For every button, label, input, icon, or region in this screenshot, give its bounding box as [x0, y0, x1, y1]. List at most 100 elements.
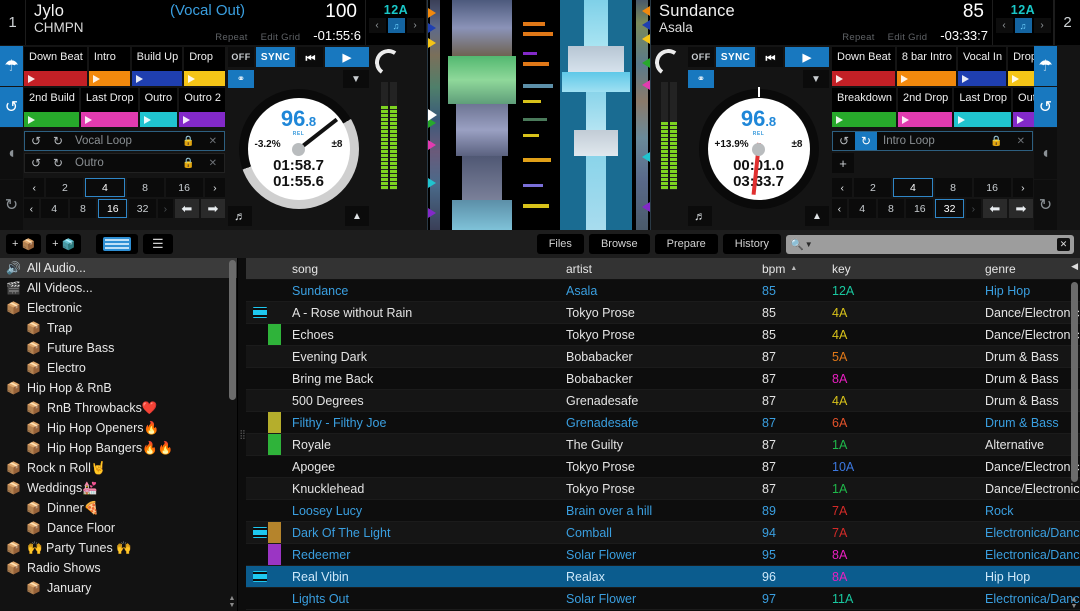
- cue-label[interactable]: Breakdown: [832, 88, 897, 112]
- table-row[interactable]: Apogee Tokyo Prose 87 10A Dance/Electronic: [246, 456, 1080, 478]
- color-chip[interactable]: [268, 522, 281, 543]
- deck-1-play-button[interactable]: ▶: [325, 47, 369, 67]
- row-color-cell[interactable]: [268, 500, 285, 521]
- header-collapse-icon[interactable]: ◀: [1071, 261, 1078, 272]
- cue-button[interactable]: [179, 112, 225, 127]
- cue-label[interactable]: 2nd Build: [24, 88, 79, 112]
- row-color-cell[interactable]: [268, 280, 285, 301]
- beat-size-8[interactable]: 8: [126, 178, 164, 197]
- tab-history[interactable]: History: [722, 234, 781, 254]
- jump-size-32[interactable]: 32: [935, 199, 964, 218]
- search-clear-icon[interactable]: ✕: [1057, 237, 1070, 251]
- jump-shift-right-icon[interactable]: ➡: [200, 199, 225, 218]
- table-scrollbar[interactable]: [1071, 282, 1078, 595]
- cue-button[interactable]: [139, 112, 178, 127]
- cue-button[interactable]: [832, 112, 897, 127]
- deck-1-sync-button[interactable]: SYNC: [256, 47, 296, 67]
- loop-add-row[interactable]: +: [832, 153, 1033, 173]
- header-genre[interactable]: genre: [978, 258, 1080, 279]
- cue-button[interactable]: [80, 112, 138, 127]
- view-mode-album-button[interactable]: ☰: [143, 234, 174, 254]
- view-mode-list-button[interactable]: [96, 234, 139, 254]
- beat-size-8[interactable]: 8: [934, 178, 972, 197]
- cue-label[interactable]: Down Beat: [832, 47, 895, 71]
- table-row[interactable]: Knucklehead Tokyo Prose 87 1A Dance/Electron…: [246, 478, 1080, 500]
- sidebar-item-all-audio[interactable]: 🔊 All Audio...: [0, 258, 237, 278]
- deck-1-link-icon[interactable]: ⚭: [228, 70, 254, 88]
- sidebar-item-all-videos[interactable]: 🎬 All Videos...: [0, 278, 237, 298]
- deck-1-headphone-icon[interactable]: ◖: [0, 128, 23, 179]
- jump-size-16[interactable]: 16: [98, 199, 128, 218]
- loop-delete-icon[interactable]: ✕: [1010, 136, 1032, 147]
- row-color-cell[interactable]: [268, 588, 285, 609]
- cue-label[interactable]: Intro: [88, 47, 130, 71]
- deck-1-loop-mode-icon[interactable]: ↺: [0, 87, 23, 128]
- deck-2-sync-button[interactable]: SYNC: [716, 47, 756, 67]
- cue-label[interactable]: 2nd Drop: [898, 88, 953, 112]
- cue-button[interactable]: [184, 71, 225, 86]
- deck-1-filter-icon[interactable]: ▼: [343, 70, 369, 88]
- sidebar-item-hip-hop-rnb[interactable]: 📦 Hip Hop & RnB: [0, 378, 237, 398]
- row-color-cell[interactable]: [268, 412, 285, 433]
- sidebar-item-rock-n-roll[interactable]: 📦 Rock n Roll🤘: [0, 458, 237, 478]
- sidebar-scroll-thumb[interactable]: [229, 260, 236, 400]
- add-crate-button[interactable]: + 📦: [6, 234, 42, 254]
- beat-size-2[interactable]: 2: [854, 178, 892, 197]
- color-chip[interactable]: [268, 412, 281, 433]
- cue-label[interactable]: Outro 2: [179, 88, 225, 112]
- cue-button[interactable]: [88, 71, 130, 86]
- loop-lock-icon[interactable]: 🔒: [175, 158, 201, 169]
- row-color-cell[interactable]: [268, 390, 285, 411]
- deck-2-cue-mode-icon[interactable]: ☂: [1034, 46, 1057, 87]
- cue-button[interactable]: [957, 71, 1007, 86]
- cue-button[interactable]: [24, 71, 87, 86]
- row-color-cell[interactable]: [268, 346, 285, 367]
- table-row[interactable]: Evening Dark Bobabacker 87 5A Drum & Bass: [246, 346, 1080, 368]
- deck-1-music-note-icon[interactable]: ♫: [387, 18, 405, 33]
- beat-size-16[interactable]: 16: [165, 178, 203, 197]
- loop-reloop-icon[interactable]: ↺: [25, 154, 47, 172]
- header-key[interactable]: key: [825, 258, 978, 279]
- row-color-cell[interactable]: [268, 324, 285, 345]
- deck-2-overview-strip[interactable]: [634, 0, 650, 230]
- table-row[interactable]: Real Vibin Realax 96 8A Hip Hop: [246, 566, 1080, 588]
- cue-button[interactable]: [954, 112, 1012, 127]
- beat-next-icon[interactable]: ›: [204, 178, 225, 197]
- deck-2-censor-icon[interactable]: ♬: [688, 206, 712, 226]
- deck-2-cue-button[interactable]: ⏮: [757, 47, 784, 67]
- sidebar-item-hip-hop-openers[interactable]: 📦 Hip Hop Openers🔥: [0, 418, 237, 438]
- loop-lock-icon[interactable]: 🔒: [983, 136, 1009, 147]
- deck-2-slip-icon[interactable]: ↻: [1034, 179, 1057, 230]
- loop-active-icon[interactable]: ↻: [47, 132, 69, 150]
- cue-label[interactable]: Last Drop: [954, 88, 1012, 112]
- loop-reloop-icon[interactable]: ↺: [833, 132, 855, 150]
- table-scroll-arrows[interactable]: ▲ ▼: [1070, 596, 1078, 610]
- deck-1-eject-icon[interactable]: ▲: [345, 206, 369, 226]
- header-song[interactable]: song: [285, 258, 559, 279]
- beat-prev-icon[interactable]: ‹: [24, 178, 45, 197]
- row-color-cell[interactable]: [268, 566, 285, 587]
- cue-button[interactable]: [24, 112, 79, 127]
- loop-delete-icon[interactable]: ✕: [202, 136, 224, 147]
- sidebar-item-future-bass[interactable]: 📦 Future Bass: [0, 338, 237, 358]
- cue-label[interactable]: Drop: [184, 47, 225, 71]
- deck-1-cue-button[interactable]: ⏮: [297, 47, 324, 67]
- header-artist[interactable]: artist: [559, 258, 755, 279]
- row-color-cell[interactable]: [268, 456, 285, 477]
- deck-1-waveform[interactable]: [446, 0, 518, 230]
- cue-label[interactable]: Vocal In: [957, 47, 1007, 71]
- deck-1-slip-icon[interactable]: ↻: [0, 179, 23, 230]
- jump-next-icon[interactable]: ›: [158, 199, 173, 218]
- jump-size-16[interactable]: 16: [906, 199, 934, 218]
- table-row[interactable]: Bring me Back Bobabacker 87 8A Drum & Bass: [246, 368, 1080, 390]
- panel-divider[interactable]: ⣿: [238, 258, 246, 611]
- deck-2-filter-icon[interactable]: ▼: [803, 70, 829, 88]
- jump-shift-left-icon[interactable]: ⬅: [982, 199, 1007, 218]
- deck-2-key-up-icon[interactable]: ›: [1033, 18, 1051, 33]
- deck-2-link-icon[interactable]: ⚭: [688, 70, 714, 88]
- deck-2-eject-icon[interactable]: ▲: [805, 206, 829, 226]
- deck-1-beat-strip[interactable]: [520, 0, 558, 230]
- beat-size-16[interactable]: 16: [973, 178, 1011, 197]
- jump-shift-left-icon[interactable]: ⬅: [174, 199, 199, 218]
- deck-1-gain-knob[interactable]: [372, 46, 405, 79]
